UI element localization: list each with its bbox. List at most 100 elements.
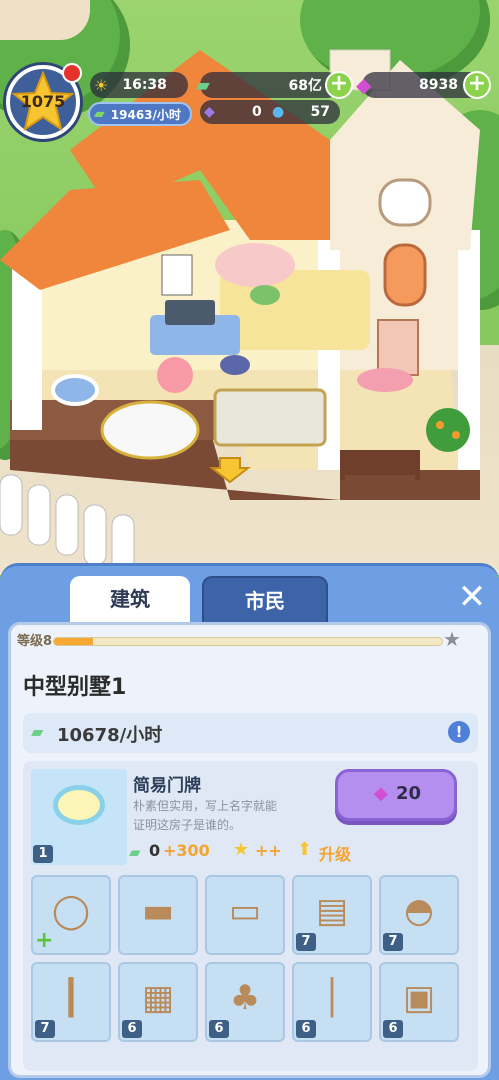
item-count: 7 — [35, 1020, 55, 1038]
orange-tree-icon: ♣ — [229, 978, 261, 1018]
citizen-head[interactable] — [157, 357, 193, 393]
cash-icon: ▰ — [196, 74, 210, 96]
cash-icon: ▰ — [31, 722, 44, 741]
income-row: ▰ 10678/小时 ! — [23, 713, 478, 753]
clock-time: 16:38 — [122, 77, 167, 93]
kitchen-counter[interactable] — [213, 388, 327, 447]
info-icon[interactable]: ! — [448, 721, 470, 743]
item-count: 6 — [122, 1020, 142, 1038]
upgrade-icon: ⬆ — [297, 839, 313, 860]
item-description-2: 证明这房子是谁的。 — [133, 818, 242, 832]
stat-a: 0 — [252, 104, 262, 120]
star-icon: ★ — [233, 839, 250, 860]
cash-rate: 19463/小时 — [110, 107, 181, 122]
stat-b: 57 — [310, 104, 330, 120]
stats-pill: ◆ 0 ● 57 — [200, 100, 340, 124]
dresser[interactable] — [377, 319, 419, 376]
bed-icon: ▬ — [141, 891, 175, 931]
cash-amount: 68亿 — [288, 78, 322, 94]
orange-fruit — [452, 431, 460, 439]
level-star-icon: ★ — [443, 627, 461, 651]
attic-window — [378, 178, 432, 227]
cash-bonus-prefix: 0 — [149, 841, 161, 860]
dresser-item[interactable]: ▦ 6 — [118, 962, 198, 1042]
building-detail: 等级8 ★ 中型别墅1 ▰ 10678/小时 ! 1 简易门牌 朴素但实用，写上… — [8, 622, 491, 1078]
star-bonus: ++ — [255, 841, 282, 860]
buy-price: 20 — [396, 783, 422, 804]
wall-calendar-icon: ▣ — [402, 978, 436, 1018]
item-preview[interactable]: 1 — [31, 769, 127, 865]
item-count: 6 — [383, 1020, 403, 1038]
gem-icon: ◆ — [356, 73, 372, 97]
plus-icon: + — [35, 928, 54, 953]
clock-pill: ☀ 16:38 — [90, 72, 188, 98]
upgrade-label: 升级 — [319, 845, 352, 864]
wall-calendar[interactable] — [161, 254, 193, 296]
tab-label: 建筑 — [110, 587, 150, 611]
building-name: 中型别墅1 — [23, 675, 127, 700]
bed-headboard — [215, 243, 295, 287]
crystal-icon: ◆ — [204, 104, 215, 120]
orange-fruit — [436, 421, 444, 429]
bathtub[interactable] — [100, 400, 200, 460]
tab-buildings[interactable]: 建筑 — [70, 576, 190, 622]
close-icon: ✕ — [457, 577, 487, 617]
income-rate: 10678/小时 — [57, 725, 163, 746]
toilet[interactable] — [51, 374, 99, 406]
laptop — [165, 300, 215, 325]
desk-item[interactable]: ▤ 7 — [292, 875, 372, 955]
level-progress-fill — [54, 638, 93, 645]
level-progress-bar — [53, 637, 443, 646]
item-grid: ◯ + ▬ ▭ ▤ 7 ◓ 7 ┃ 7 ▦ 6 ♣ 6 │ 6 ▣ 6 — [31, 875, 471, 1071]
cash-rate-icon: ▰ — [94, 106, 105, 122]
notification-dot — [62, 63, 82, 83]
add-cash-button[interactable]: + — [325, 71, 353, 99]
stairs — [345, 475, 415, 495]
floor-lamp-item[interactable]: │ 6 — [292, 962, 372, 1042]
item-count: 7 — [383, 933, 403, 951]
game-scene[interactable]: 1075 ☀ 16:38 ▰ 19463/小时 ▰ 68亿 + ◆ 8938 +… — [0, 0, 499, 575]
bed-item[interactable]: ▬ — [118, 875, 198, 955]
orange-tree-item[interactable]: ♣ 6 — [205, 962, 285, 1042]
desk-icon: ▤ — [315, 891, 349, 931]
building-panel: 建筑 市民 ✕ 等级8 ★ 中型别墅1 ▰ 10678/小时 ! 1 简易门牌 … — [0, 563, 499, 1080]
toilet-icon: ◓ — [404, 891, 434, 931]
shower-icon: ┃ — [60, 978, 82, 1018]
sign-icon: ◯ — [51, 891, 91, 931]
wall-window — [383, 243, 427, 307]
kitchen-counter-item[interactable]: ▭ — [205, 875, 285, 955]
kitchen-counter-icon: ▭ — [228, 891, 262, 931]
add-gems-button[interactable]: + — [463, 71, 491, 99]
sun-icon: ☀ — [94, 75, 109, 95]
tab-label: 市民 — [245, 589, 285, 613]
level-label: 等级8 — [17, 634, 53, 649]
item-card: 1 简易门牌 朴素但实用，写上名字就能 证明这房子是谁的。 ◆ 20 ▰ 0 +… — [23, 761, 478, 1071]
buy-button[interactable]: ◆ 20 — [335, 769, 457, 821]
orange-tree[interactable] — [426, 408, 470, 452]
tab-citizens[interactable]: 市民 — [202, 576, 328, 622]
cash-pill: ▰ 68亿 — [196, 72, 340, 98]
item-description-1: 朴素但实用，写上名字就能 — [133, 799, 278, 813]
close-button[interactable]: ✕ — [455, 580, 489, 614]
floor-lamp-icon: │ — [321, 978, 343, 1018]
wall-calendar-item[interactable]: ▣ 6 — [379, 962, 459, 1042]
item-level: 1 — [33, 845, 53, 863]
pillow — [250, 285, 280, 305]
fence — [0, 474, 135, 570]
cash-bonus: +300 — [163, 841, 210, 860]
shower-item[interactable]: ┃ 7 — [31, 962, 111, 1042]
gem-icon: ◆ — [374, 783, 388, 804]
toilet-item[interactable]: ◓ 7 — [379, 875, 459, 955]
sign-item[interactable]: ◯ + — [31, 875, 111, 955]
item-count: 6 — [209, 1020, 229, 1038]
bonus-row: ▰ 0 +300 ★ ++ ⬆ 升级 — [129, 839, 459, 865]
rate-pill[interactable]: ▰ 19463/小时 — [88, 102, 192, 126]
cash-icon: ▰ — [129, 843, 141, 861]
round-table[interactable] — [357, 368, 413, 392]
sign-icon — [53, 785, 105, 825]
item-count: 7 — [296, 933, 316, 951]
gem-amount: 8938 — [419, 77, 458, 93]
player-level: 1075 — [20, 92, 66, 111]
item-name: 简易门牌 — [133, 776, 201, 796]
chair[interactable] — [220, 355, 250, 375]
